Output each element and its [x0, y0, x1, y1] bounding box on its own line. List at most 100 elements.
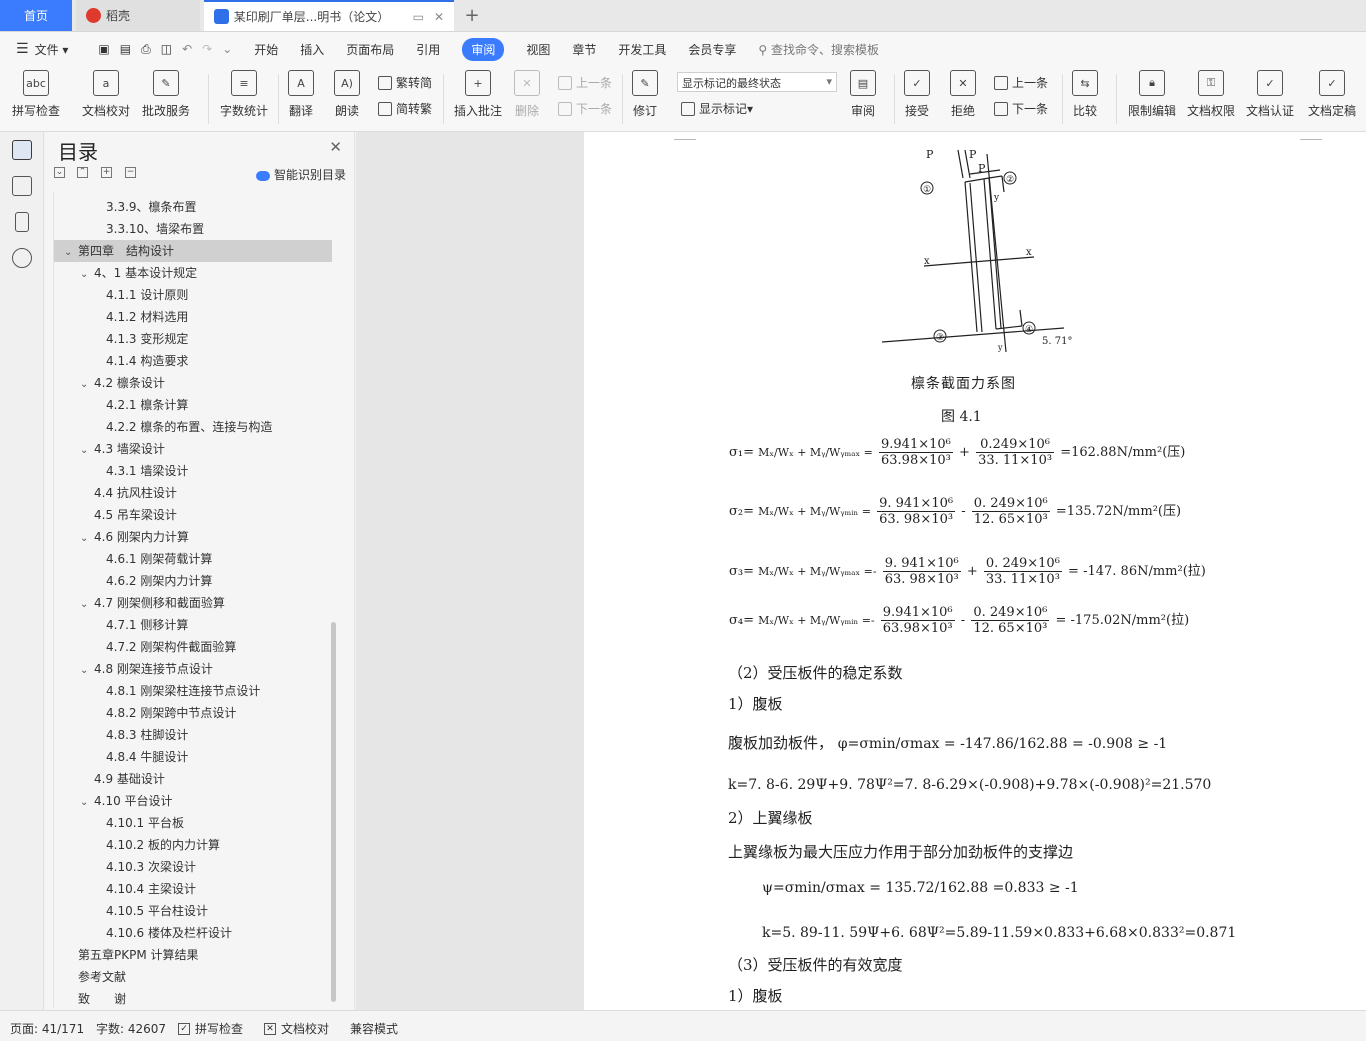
close-icon[interactable]: ✕ — [329, 138, 342, 156]
toc-item[interactable]: 3.3.10、墙梁布置 — [54, 218, 332, 240]
toc-item[interactable]: 4.1.2 材料选用 — [54, 306, 332, 328]
undo-icon[interactable]: ↶ — [182, 42, 192, 56]
doc-permission-button[interactable]: ⚿ 文档权限 — [1187, 70, 1235, 119]
toc-item[interactable]: 4.1.3 变形规定 — [54, 328, 332, 350]
redo-icon[interactable]: ↷ — [202, 42, 212, 56]
bookmark-icon[interactable] — [15, 212, 29, 232]
print-icon[interactable]: ⎙ — [141, 42, 151, 57]
toc-item[interactable]: 参考文献 — [54, 966, 332, 988]
toc-item[interactable]: 4.8.4 牛腿设计 — [54, 746, 332, 768]
toc-item[interactable]: 4.1.4 构造要求 — [54, 350, 332, 372]
simp-to-trad-button[interactable]: 简转繁 — [378, 100, 432, 117]
menu-insert[interactable]: 插入 — [300, 41, 324, 58]
toc-item[interactable]: 4.2.1 檩条计算 — [54, 394, 332, 416]
document-canvas[interactable]: P P P ① ② ③ ④ x x y y 5. 71° 檩条截面力系图 图 4… — [356, 132, 1366, 1010]
toc-item[interactable]: 4.5 吊车梁设计 — [54, 504, 332, 526]
toc-item[interactable]: ⌄ 4.10 平台设计 — [54, 790, 332, 812]
track-changes-button[interactable]: ✎ 修订 — [632, 70, 658, 119]
markup-state-select[interactable]: 显示标记的最终状态 ▾ — [677, 72, 837, 92]
insert-comment-button[interactable]: + 插入批注 — [454, 70, 502, 119]
next-comment-button[interactable]: 下一条 — [558, 100, 612, 117]
spell-check-button[interactable]: abc 拼写检查 — [12, 70, 60, 119]
menu-section[interactable]: 章节 — [572, 41, 596, 58]
toc-item[interactable]: 4.3.1 墙梁设计 — [54, 460, 332, 482]
chapter-nav-icon[interactable] — [12, 176, 32, 196]
menu-page-layout[interactable]: 页面布局 — [346, 41, 394, 58]
doc-finalize-button[interactable]: ✓ 文档定稿 — [1308, 70, 1356, 119]
menu-start[interactable]: 开始 — [254, 41, 278, 58]
expand-chevron-icon[interactable]: ⌄ — [80, 792, 94, 814]
menu-view[interactable]: 视图 — [526, 41, 550, 58]
toc-item[interactable]: ⌄ 4.2 檩条设计 — [54, 372, 332, 394]
toc-scrollbar[interactable] — [331, 622, 336, 1002]
status-spell-check[interactable]: ✓ 拼写检查 — [178, 1020, 243, 1037]
expand-all-icon[interactable]: ⌃ — [77, 167, 88, 178]
toc-item[interactable]: 第五章PKPM 计算结果 — [54, 944, 332, 966]
tab-document[interactable]: 某印刷厂单层...明书（论文） ▭ ✕ — [204, 0, 454, 31]
translate-button[interactable]: A 翻译 — [288, 70, 314, 119]
toc-item[interactable]: 4.4 抗风柱设计 — [54, 482, 332, 504]
tab-home[interactable]: 首页 — [0, 0, 72, 31]
menu-member[interactable]: 会员专享 — [688, 41, 736, 58]
restrict-edit-button[interactable]: 🔒︎ 限制编辑 — [1128, 70, 1176, 119]
toc-item[interactable]: 4.7.1 侧移计算 — [54, 614, 332, 636]
expand-chevron-icon[interactable]: ⌄ — [80, 374, 94, 396]
add-heading-icon[interactable]: + — [101, 167, 112, 178]
toc-item[interactable]: 4.6.1 刚架荷载计算 — [54, 548, 332, 570]
doc-proof-button[interactable]: a 文档校对 — [82, 70, 130, 119]
document-page[interactable]: P P P ① ② ③ ④ x x y y 5. 71° 檩条截面力系图 图 4… — [584, 132, 1366, 1010]
menu-review[interactable]: 审阅 — [462, 37, 505, 61]
toc-nav-icon[interactable] — [12, 140, 32, 160]
trad-to-simp-button[interactable]: 繁转简 — [378, 74, 432, 91]
toc-item[interactable]: 4.10.5 平台柱设计 — [54, 900, 332, 922]
review-pane-button[interactable]: ▤ 审阅 — [850, 70, 876, 119]
expand-chevron-icon[interactable]: ⌄ — [80, 594, 94, 616]
menu-dev-tools[interactable]: 开发工具 — [618, 41, 666, 58]
menu-reference[interactable]: 引用 — [416, 41, 440, 58]
compare-button[interactable]: ⇆ 比较 — [1072, 70, 1098, 119]
toc-item[interactable]: 3.3.9、檩条布置 — [54, 196, 332, 218]
hamburger-icon[interactable]: ☰ — [16, 41, 29, 57]
expand-chevron-icon[interactable]: ⌄ — [80, 264, 94, 286]
search-icon[interactable] — [12, 248, 32, 268]
toc-item[interactable]: 4.8.2 刚架跨中节点设计 — [54, 702, 332, 724]
toc-item[interactable]: 4.7.2 刚架构件截面验算 — [54, 636, 332, 658]
tab-daoke[interactable]: 稻壳 — [76, 0, 200, 31]
preview-icon[interactable]: ◫ — [161, 42, 172, 56]
toc-item[interactable]: 4.1.1 设计原则 — [54, 284, 332, 306]
collapse-all-icon[interactable]: ⌄ — [54, 167, 65, 178]
prev-comment-button[interactable]: 上一条 — [558, 74, 612, 91]
toc-item[interactable]: 4.10.4 主梁设计 — [54, 878, 332, 900]
toc-item[interactable]: 4.10.1 平台板 — [54, 812, 332, 834]
tab-restore-icon[interactable]: ▭ — [413, 10, 424, 24]
toc-item[interactable]: ⌄ 第四章 结构设计 — [54, 240, 332, 262]
toc-item[interactable]: ⌄ 4.3 墙梁设计 — [54, 438, 332, 460]
reject-button[interactable]: ✕ 拒绝 — [950, 70, 976, 119]
toc-item[interactable]: 4.10.2 板的内力计算 — [54, 834, 332, 856]
remove-heading-icon[interactable]: − — [125, 167, 136, 178]
smart-toc-button[interactable]: 智能识别目录 — [255, 166, 346, 183]
expand-chevron-icon[interactable]: ⌄ — [80, 660, 94, 682]
toc-item[interactable]: 4.10.6 楼体及栏杆设计 — [54, 922, 332, 944]
save-icon[interactable]: ▣ — [98, 42, 109, 56]
word-count-button[interactable]: ≡ 字数统计 — [220, 70, 268, 119]
toc-item[interactable]: 致 谢 — [54, 988, 332, 1008]
command-search[interactable]: ⚲ 查找命令、搜索模板 — [758, 41, 879, 58]
new-tab-button[interactable]: + — [458, 0, 486, 31]
quick-access-more-icon[interactable]: ⌄ — [222, 42, 232, 56]
toc-item[interactable]: 4.2.2 檩条的布置、连接与构造 — [54, 416, 332, 438]
expand-chevron-icon[interactable]: ⌄ — [80, 528, 94, 550]
read-aloud-button[interactable]: A) 朗读 — [334, 70, 360, 119]
review-service-button[interactable]: ✎ 批改服务 — [142, 70, 190, 119]
toc-item[interactable]: ⌄ 4.7 刚架侧移和截面验算 — [54, 592, 332, 614]
menu-file[interactable]: 文件 ▾ — [35, 41, 69, 58]
expand-chevron-icon[interactable]: ⌄ — [80, 440, 94, 462]
toc-item[interactable]: ⌄ 4.8 刚架连接节点设计 — [54, 658, 332, 680]
show-markup-button[interactable]: 显示标记 ▾ — [681, 100, 753, 117]
next-change-button[interactable]: 下一条 — [994, 100, 1048, 117]
status-doc-proof[interactable]: ✕ 文档校对 — [264, 1020, 329, 1037]
export-icon[interactable]: ▤ — [120, 42, 131, 56]
toc-item[interactable]: ⌄ 4、1 基本设计规定 — [54, 262, 332, 284]
tab-close-icon[interactable]: ✕ — [434, 10, 444, 24]
toc-item[interactable]: 4.10.3 次梁设计 — [54, 856, 332, 878]
